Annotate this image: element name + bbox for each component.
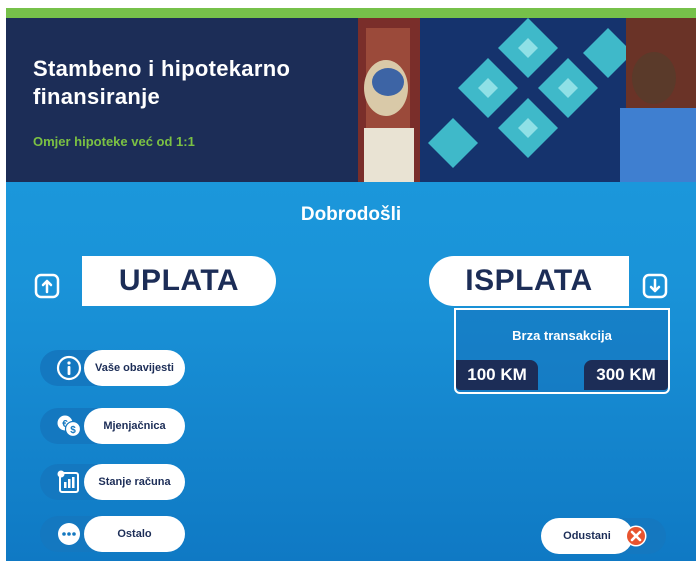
account-balance-label: Stanje računa	[84, 464, 185, 500]
top-accent-bar	[6, 8, 696, 18]
other-button[interactable]: Ostalo	[40, 516, 185, 552]
currency-exchange-label: Mjenjačnica	[84, 408, 185, 444]
banner-photo	[358, 18, 696, 182]
cancel-label: Odustani	[541, 518, 633, 554]
withdraw-label: ISPLATA	[465, 264, 593, 297]
banner-title: Stambeno i hipotekarno finansiranje	[33, 56, 291, 109]
download-arrow-icon	[642, 273, 668, 299]
upload-arrow-icon	[34, 273, 60, 299]
other-label: Ostalo	[84, 516, 185, 552]
info-icon	[56, 355, 82, 381]
currency-exchange-icon: € $	[57, 415, 82, 438]
withdraw-button[interactable]: ISPLATA	[429, 256, 629, 306]
notifications-label: Vaše obavijesti	[84, 350, 185, 386]
fast-transaction-title: Brza transakcija	[512, 328, 612, 343]
account-balance-icon	[57, 470, 79, 493]
currency-exchange-button[interactable]: Mjenjačnica € $	[40, 408, 185, 444]
banner-subtitle: Omjer hipoteke već od 1:1	[33, 134, 195, 149]
cancel-button[interactable]: Odustani	[541, 518, 666, 554]
close-icon	[625, 525, 647, 547]
promo-banner: Stambeno i hipotekarno finansiranje Omje…	[6, 18, 358, 182]
svg-text:$: $	[70, 425, 76, 436]
deposit-button[interactable]: UPLATA	[82, 256, 276, 306]
amount-100-button[interactable]: 100 KM	[456, 360, 538, 390]
fast-transaction-panel: Brza transakcija 100 KM 300 KM	[454, 308, 670, 394]
welcome-heading: Dobrodošli	[300, 204, 402, 225]
atm-screen: Stambeno i hipotekarno finansiranje Omje…	[6, 8, 696, 561]
account-balance-button[interactable]: Stanje računa	[40, 464, 185, 500]
amount-300-button[interactable]: 300 KM	[584, 360, 668, 390]
deposit-label: UPLATA	[118, 264, 240, 297]
notifications-button[interactable]: Vaše obavijesti	[40, 350, 185, 386]
more-icon	[58, 523, 80, 545]
